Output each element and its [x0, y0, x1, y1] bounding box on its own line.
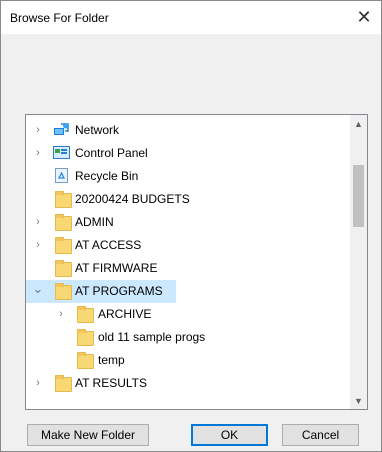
tree-rows: › Network › Control Panel Recycle Bin 20…: [26, 119, 348, 395]
vertical-scrollbar[interactable]: ▲ ▼: [350, 115, 367, 409]
tree-item-at-programs[interactable]: ⌄ AT PROGRAMS: [26, 280, 176, 303]
title-bar: Browse For Folder ✕: [1, 1, 381, 34]
control-panel-icon: [53, 145, 70, 160]
make-new-folder-button[interactable]: Make New Folder: [27, 424, 149, 446]
tree-item-network[interactable]: › Network: [26, 119, 348, 142]
folder-icon: [55, 191, 72, 208]
expand-chevron-icon[interactable]: ›: [32, 239, 44, 251]
scroll-down-icon[interactable]: ▼: [350, 392, 367, 409]
tree-item-label: Control Panel: [75, 146, 148, 160]
tree-item-label: AT FIRMWARE: [75, 261, 158, 275]
tree-item-at-access[interactable]: › AT ACCESS: [26, 234, 348, 257]
network-icon: [53, 122, 70, 137]
tree-item-label: ADMIN: [75, 215, 114, 229]
expand-chevron-icon[interactable]: ›: [32, 216, 44, 228]
folder-tree[interactable]: › Network › Control Panel Recycle Bin 20…: [25, 114, 368, 410]
tree-item-label: Recycle Bin: [75, 169, 139, 183]
recycle-bin-icon: [53, 168, 70, 183]
tree-item-budgets[interactable]: 20200424 BUDGETS: [26, 188, 348, 211]
collapse-chevron-icon[interactable]: ⌄: [32, 281, 44, 296]
tree-item-label: AT RESULTS: [75, 376, 148, 390]
folder-icon: [77, 352, 94, 369]
folder-icon: [77, 329, 94, 346]
folder-icon: [55, 214, 72, 231]
tree-item-control-panel[interactable]: › Control Panel: [26, 142, 348, 165]
tree-item-label: 20200424 BUDGETS: [75, 192, 190, 206]
folder-icon: [55, 237, 72, 254]
expand-chevron-icon[interactable]: ›: [32, 377, 44, 389]
tree-item-label: Network: [75, 123, 120, 137]
tree-item-label: old 11 sample progs: [98, 330, 206, 344]
folder-icon: [55, 283, 72, 300]
tree-item-at-results[interactable]: › AT RESULTS: [26, 372, 348, 395]
folder-icon: [55, 375, 72, 392]
tree-item-admin[interactable]: › ADMIN: [26, 211, 348, 234]
folder-icon: [55, 260, 72, 277]
cancel-button[interactable]: Cancel: [282, 424, 359, 446]
ok-button[interactable]: OK: [191, 424, 268, 446]
tree-item-at-firmware[interactable]: AT FIRMWARE: [26, 257, 348, 280]
tree-item-label: ARCHIVE: [98, 307, 152, 321]
expand-chevron-icon[interactable]: ›: [32, 124, 44, 136]
close-icon[interactable]: ✕: [349, 3, 379, 31]
tree-item-old-sample-progs[interactable]: old 11 sample progs: [26, 326, 348, 349]
scrollbar-thumb[interactable]: [353, 165, 364, 227]
folder-icon: [77, 306, 94, 323]
tree-item-archive[interactable]: › ARCHIVE: [26, 303, 348, 326]
tree-item-label: AT PROGRAMS: [75, 284, 163, 298]
expand-chevron-icon[interactable]: ›: [55, 308, 67, 320]
tree-item-label: AT ACCESS: [75, 238, 142, 252]
dialog-title: Browse For Folder: [10, 11, 109, 25]
tree-item-temp[interactable]: temp: [26, 349, 348, 372]
expand-chevron-icon[interactable]: ›: [32, 147, 44, 159]
scroll-up-icon[interactable]: ▲: [350, 115, 367, 132]
browse-folder-dialog: Browse For Folder ✕ › Network › Control …: [0, 0, 382, 452]
tree-item-recycle-bin[interactable]: Recycle Bin: [26, 165, 348, 188]
tree-item-label: temp: [98, 353, 125, 367]
